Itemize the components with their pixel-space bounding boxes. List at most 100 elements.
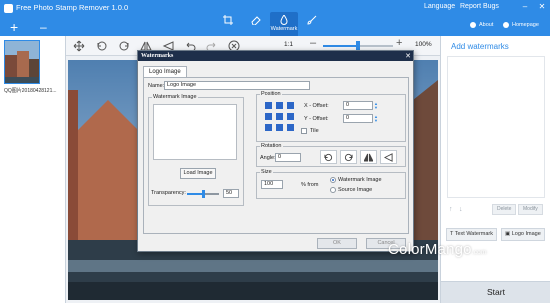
watermark-image-group: Watermark Image Load Image Transparency:… (148, 94, 244, 206)
y-offset-input[interactable]: 0 (343, 114, 373, 123)
size-input[interactable]: 100 (261, 180, 283, 189)
image-icon: ▣ (505, 231, 511, 237)
file-name: QQ图片20180428121... (4, 88, 57, 94)
dialog-titlebar: Watermarks ✕ (138, 51, 413, 61)
load-image-button[interactable]: Load Image (180, 168, 216, 179)
logo-image-label: Logo Image (511, 231, 541, 237)
about-link[interactable]: About (470, 22, 493, 28)
source-image-option: Source Image (338, 187, 373, 193)
watermark-list[interactable] (447, 56, 545, 198)
y-offset-label: Y - Offset: (304, 116, 329, 122)
zoom-ratio-button[interactable]: 1:1 (284, 41, 293, 48)
name-input[interactable]: Logo Image (164, 81, 310, 90)
info-icon (470, 22, 476, 28)
drop-icon (280, 15, 288, 25)
position-label: Position (260, 91, 282, 97)
transparency-label: Transparency: (151, 190, 186, 196)
transparency-slider[interactable] (187, 190, 219, 198)
watermark-image-radio[interactable] (330, 177, 336, 183)
zoom-in-button[interactable]: + (396, 37, 402, 49)
site-logo: ColorMango.com (388, 241, 487, 258)
remove-file-button[interactable]: – (40, 21, 47, 33)
position-bottom-center[interactable] (276, 124, 283, 131)
home-icon (503, 22, 509, 28)
delete-button[interactable]: Delete (492, 204, 517, 215)
flip-vertical-button[interactable] (380, 150, 397, 164)
position-top-left[interactable] (265, 102, 272, 109)
rotate-left-icon[interactable] (96, 40, 108, 52)
brush-icon (307, 15, 317, 25)
flip-horizontal-button[interactable] (360, 150, 377, 164)
rotate-right-icon[interactable] (118, 40, 130, 52)
rotate-left-button[interactable] (320, 150, 337, 164)
transparency-input[interactable]: 50 (223, 189, 239, 198)
tile-label: Tile (310, 128, 319, 134)
tab-logo-image[interactable]: Logo Image (143, 66, 187, 77)
zoom-out-button[interactable]: – (310, 37, 316, 49)
position-grid[interactable] (265, 102, 301, 132)
rotation-label: Rotation (260, 143, 283, 149)
start-button[interactable]: Start (441, 281, 550, 303)
name-label: Name: (148, 83, 165, 89)
dialog-close-button[interactable]: ✕ (405, 51, 411, 61)
watermark-panel: Add watermarks ↑ ↓ Delete Modify T Text … (440, 36, 550, 303)
rotation-group: Rotation Angle: 0 (256, 143, 406, 167)
position-top-right[interactable] (287, 102, 294, 109)
text-watermark-button[interactable]: T Text Watermark (446, 228, 498, 241)
file-thumbnail[interactable] (4, 40, 40, 84)
text-watermark-label: Text Watermark (454, 231, 494, 237)
modify-button[interactable]: Modify (518, 204, 543, 215)
panel-title: Add watermarks (451, 42, 509, 51)
zoom-percent: 100% (415, 41, 432, 48)
x-offset-input[interactable]: 0 (343, 101, 373, 110)
x-offset-label: X - Offset: (304, 103, 329, 109)
position-bottom-left[interactable] (265, 124, 272, 131)
app-logo-icon (4, 4, 13, 13)
ok-button[interactable]: OK (317, 238, 357, 249)
close-window-button[interactable]: ✕ (535, 1, 549, 12)
site-logo-text: ColorMango (388, 241, 472, 258)
move-down-icon[interactable]: ↓ (459, 206, 463, 213)
angle-label: Angle: (260, 155, 276, 161)
angle-input[interactable]: 0 (275, 153, 301, 162)
watermark-mode-label: Watermark (270, 26, 298, 32)
percent-from-label: % from (301, 182, 319, 188)
flip-horizontal-icon (364, 153, 373, 162)
flip-vertical-icon (384, 153, 393, 162)
add-file-button[interactable]: + (10, 20, 18, 34)
homepage-link[interactable]: Homepage (503, 22, 539, 28)
position-middle-right[interactable] (287, 113, 294, 120)
source-image-radio[interactable] (330, 187, 336, 193)
about-label: About (479, 22, 494, 28)
size-group: Size 100 % from Watermark Image Source I… (256, 169, 406, 199)
report-bugs-menu[interactable]: Report Bugs (460, 3, 499, 10)
site-logo-suffix: .com (471, 249, 487, 256)
rotate-right-icon (344, 153, 353, 162)
position-group: Position X - Offset: 0 ▲ ▼ Y - Offset: 0 … (256, 91, 406, 142)
position-middle-left[interactable] (265, 113, 272, 120)
position-top-center[interactable] (276, 102, 283, 109)
zoom-slider[interactable] (323, 41, 393, 51)
title-bar: Free Photo Stamp Remover 1.0.0 Language … (0, 0, 550, 36)
rotate-right-button[interactable] (340, 150, 357, 164)
homepage-label: Homepage (512, 22, 539, 28)
tile-checkbox[interactable] (301, 128, 307, 134)
logo-image-button[interactable]: ▣ Logo Image (501, 228, 545, 241)
brush-mode-button[interactable] (298, 12, 326, 36)
language-menu[interactable]: Language (424, 3, 455, 10)
position-center[interactable] (276, 113, 283, 120)
position-bottom-right[interactable] (287, 124, 294, 131)
y-offset-spinner[interactable]: ▲ ▼ (374, 115, 378, 123)
crop-icon (223, 15, 233, 25)
transparency-slider-thumb[interactable] (201, 190, 205, 198)
eraser-icon (251, 16, 261, 25)
thumbnail-image (5, 41, 39, 83)
move-icon[interactable] (73, 40, 85, 52)
x-offset-spinner[interactable]: ▲ ▼ (374, 102, 378, 110)
file-list: QQ图片20180428121... (0, 36, 66, 303)
move-up-icon[interactable]: ↑ (449, 206, 453, 213)
watermark-mode-button[interactable]: Watermark (270, 12, 298, 36)
eraser-mode-button[interactable] (242, 12, 270, 36)
crop-mode-button[interactable] (214, 12, 242, 36)
minimize-button[interactable]: – (518, 1, 532, 12)
